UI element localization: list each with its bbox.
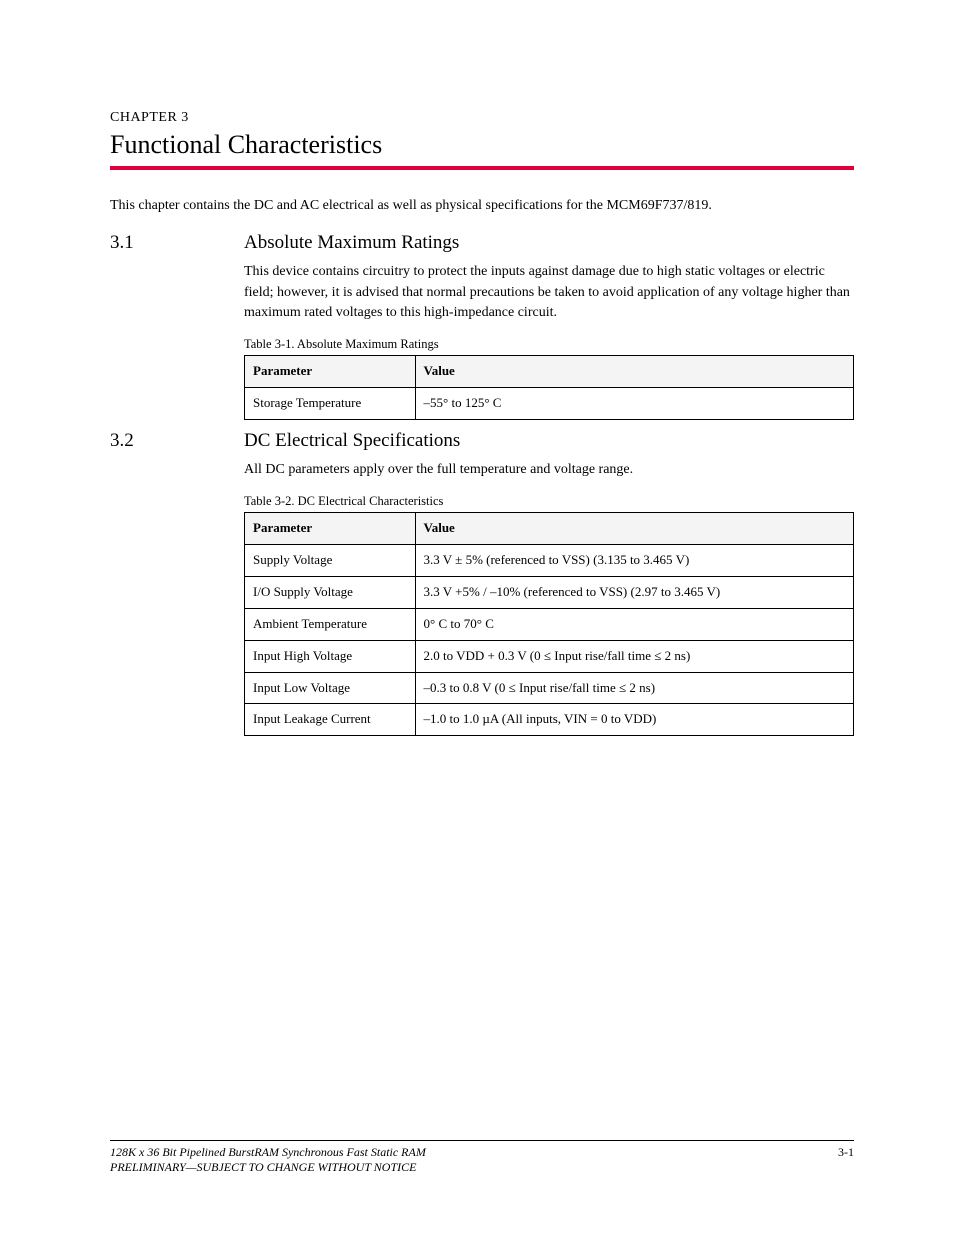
table-row: Ambient Temperature 0° C to 70° C [245,608,854,640]
table-cell: 3.3 V +5% / –10% (referenced to VSS) (2.… [415,577,853,609]
table-row: Input Leakage Current –1.0 to 1.0 µA (Al… [245,704,854,736]
table-cell: Supply Voltage [245,545,416,577]
table-cell: Storage Temperature [245,388,416,420]
section-paragraph: This device contains circuitry to protec… [244,262,854,323]
table-caption: Table 3-2. DC Electrical Characteristics [244,492,854,510]
table-row: Input Low Voltage –0.3 to 0.8 V (0 ≤ Inp… [245,672,854,704]
table-row: Storage Temperature –55° to 125° C [245,388,854,420]
chapter-title: Functional Characteristics [110,130,854,160]
table-cell: Ambient Temperature [245,608,416,640]
table-header-row: Parameter Value [245,513,854,545]
table-caption: Table 3-1. Absolute Maximum Ratings [244,335,854,353]
table-header-cell: Parameter [245,513,416,545]
footer-status: PRELIMINARY—SUBJECT TO CHANGE WITHOUT NO… [110,1160,854,1175]
section-number: 3.2 [110,430,244,452]
title-rule [110,166,854,170]
table-cell: 2.0 to VDD + 0.3 V (0 ≤ Input rise/fall … [415,640,853,672]
table-header-cell: Parameter [245,356,416,388]
footer-rule [110,1140,854,1141]
table-cell: I/O Supply Voltage [245,577,416,609]
page-footer: 128K x 36 Bit Pipelined BurstRAM Synchro… [110,1140,854,1175]
table-cell: –1.0 to 1.0 µA (All inputs, VIN = 0 to V… [415,704,853,736]
section-title: Absolute Maximum Ratings [244,232,459,254]
table-dc-electrical-characteristics: Parameter Value Supply Voltage 3.3 V ± 5… [244,512,854,736]
table-absolute-maximum-ratings: Parameter Value Storage Temperature –55°… [244,355,854,420]
chapter-label: CHAPTER 3 [110,110,854,126]
intro-paragraph: This chapter contains the DC and AC elec… [110,196,854,216]
table-cell: Input High Voltage [245,640,416,672]
table-row: I/O Supply Voltage 3.3 V +5% / –10% (ref… [245,577,854,609]
table-row: Supply Voltage 3.3 V ± 5% (referenced to… [245,545,854,577]
table-cell: Input Low Voltage [245,672,416,704]
section-title: DC Electrical Specifications [244,430,460,452]
table-header-cell: Value [415,513,853,545]
section-dc-electrical-specifications: 3.2 DC Electrical Specifications All DC … [110,430,854,736]
footer-doc-title: 128K x 36 Bit Pipelined BurstRAM Synchro… [110,1145,426,1160]
table-cell: –55° to 125° C [415,388,853,420]
table-row: Input High Voltage 2.0 to VDD + 0.3 V (0… [245,640,854,672]
table-cell: –0.3 to 0.8 V (0 ≤ Input rise/fall time … [415,672,853,704]
table-header-row: Parameter Value [245,356,854,388]
footer-page-number: 3-1 [838,1145,854,1160]
table-cell: 0° C to 70° C [415,608,853,640]
section-paragraph: All DC parameters apply over the full te… [244,460,854,480]
section-absolute-maximum-ratings: 3.1 Absolute Maximum Ratings This device… [110,232,854,420]
section-number: 3.1 [110,232,244,254]
table-header-cell: Value [415,356,853,388]
table-cell: 3.3 V ± 5% (referenced to VSS) (3.135 to… [415,545,853,577]
table-cell: Input Leakage Current [245,704,416,736]
